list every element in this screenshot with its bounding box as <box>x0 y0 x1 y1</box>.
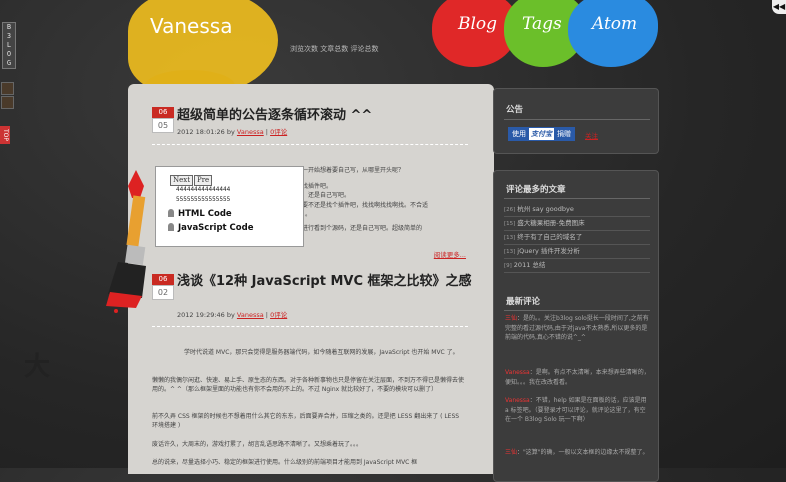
collapse-icon[interactable]: ◀◀ <box>772 0 786 14</box>
article-paragraph: 总的说来，尽量选择小巧、稳定的框架进行使用。什么级别的前端项目才能用到 Java… <box>152 459 418 466</box>
post-comments-link[interactable]: 0评论 <box>270 311 287 319</box>
stat-label: 浏览次数 <box>290 45 318 53</box>
post-author-link[interactable]: Vanessa <box>237 128 264 136</box>
nav-tags[interactable]: Tags <box>522 14 562 34</box>
top-articles-list: [26] 杭州 say goodbye [15] 盛大糖果相册-免费图床 [13] 终… <box>504 203 650 273</box>
read-more-link[interactable]: 阅读更多... <box>434 249 466 259</box>
nav-blog[interactable]: Blog <box>458 14 497 34</box>
article-paragraph: 前不久弄 CSS 框架的时候也不想着用什么其它的东东，后面要弄合并，压缩之类的。… <box>152 413 460 429</box>
post-excerpt: 一开始想着要自己写，从哪里开头呢？ 找插件吧。 ，还是自己写吧。 要不还是找个插… <box>302 167 429 232</box>
drop-cap: 大 <box>24 352 51 382</box>
post-meta: 2012 18:01:26 by Vanessa | 0评论 <box>177 128 288 136</box>
post-meta: 2012 19:29:46 by Vanessa | 0评论 <box>177 311 288 319</box>
post-author-link[interactable]: Vanessa <box>237 311 264 319</box>
sidebar-title: 公告 <box>506 105 524 115</box>
post-title[interactable]: 超级简单的公告逐条循环滚动 ^^ <box>177 108 477 123</box>
code-popup: Next Pre 444444444444444 555555555555555… <box>155 166 304 247</box>
tab-letter: O <box>6 50 12 58</box>
sidebar-title: 评论最多的文章 <box>506 185 566 195</box>
post-date-badge: 06 05 <box>152 107 174 133</box>
post-day: 05 <box>152 118 174 133</box>
list-item[interactable]: [15] 盛大糖果相册-免费图床 <box>504 217 650 231</box>
list-item[interactable]: [9] 2011 总结 <box>504 259 650 273</box>
sidebar-title: 最新评论 <box>506 297 541 307</box>
side-square-button[interactable] <box>1 82 14 95</box>
site-stats: 浏览次数 文章总数 评论总数 <box>290 44 378 54</box>
post-title[interactable]: 浅谈《12种 JavaScript MVC 框架之比较》之感 <box>177 274 477 289</box>
article-paragraph: 废话许久，大周末的，游戏打累了，胡言乱语思路不清晰了。又想乘着玩了。。。 <box>152 441 363 448</box>
list-item[interactable]: [26] 杭州 say goodbye <box>504 203 650 217</box>
javascript-code-link[interactable]: JavaScript Code <box>168 223 253 233</box>
divider <box>152 326 468 327</box>
comment-item[interactable]: Vanessa：是啊。有点不太清晰，本来想弄些清晰的，便知。。。我在改改看看。 <box>505 368 651 387</box>
pin-icon <box>168 209 174 217</box>
divider <box>152 144 468 145</box>
scroll-line: 555555555555555 <box>176 196 231 203</box>
tab-letter: B <box>6 23 12 31</box>
comment-item[interactable]: 三仙：是的。。关注b3log solo挺长一段时间了,之前有完整的看过源代码,由… <box>505 314 651 343</box>
post-month: 06 <box>152 107 174 118</box>
scroll-line: 444444444444444 <box>176 186 231 193</box>
article-paragraph: 懒懒的我偶尔闲逛、快速、易上手、原生态的东西。对于各种新事物也只是停留在关注层面… <box>152 377 465 393</box>
stat-label: 评论总数 <box>350 45 379 53</box>
blog-side-tab[interactable]: B 3 L O G <box>2 22 16 69</box>
alipay-donate-button[interactable]: 使用 支付宝 捐赠 <box>508 127 575 141</box>
list-item[interactable]: [13] jQuery 插件开发分析 <box>504 245 650 259</box>
comment-item[interactable]: 三仙："这算"的确，一般以文本框的边缘太不规整了。 <box>505 448 651 458</box>
next-button[interactable]: Next <box>170 175 194 186</box>
html-code-link[interactable]: HTML Code <box>168 209 232 219</box>
article-paragraph: 学时代说道 MVC，那只会觉得是服务器端代码，如今随着互联网的发展，JavaSc… <box>184 349 459 356</box>
follow-link[interactable]: 关注 <box>585 130 598 140</box>
side-square-button[interactable] <box>1 96 14 109</box>
back-to-top-button[interactable]: TOP <box>0 126 10 144</box>
stat-label: 文章总数 <box>320 45 349 53</box>
tab-letter: L <box>6 41 12 49</box>
post-comments-link[interactable]: 0评论 <box>270 128 287 136</box>
tab-letter: G <box>6 59 12 67</box>
tab-letter: 3 <box>6 32 12 40</box>
comment-item[interactable]: Vanessa：不错，help 如果是在面板的话，应该是用 a 标签吧。（要登录… <box>505 396 651 425</box>
sidebar-notice: 公告 <box>493 88 659 154</box>
list-item[interactable]: [13] 终于有了自己的域名了 <box>504 231 650 245</box>
site-title[interactable]: Vanessa <box>150 14 232 38</box>
pin-icon <box>168 223 174 231</box>
nav-atom[interactable]: Atom <box>592 14 637 34</box>
previous-button[interactable]: Pre <box>194 175 213 186</box>
